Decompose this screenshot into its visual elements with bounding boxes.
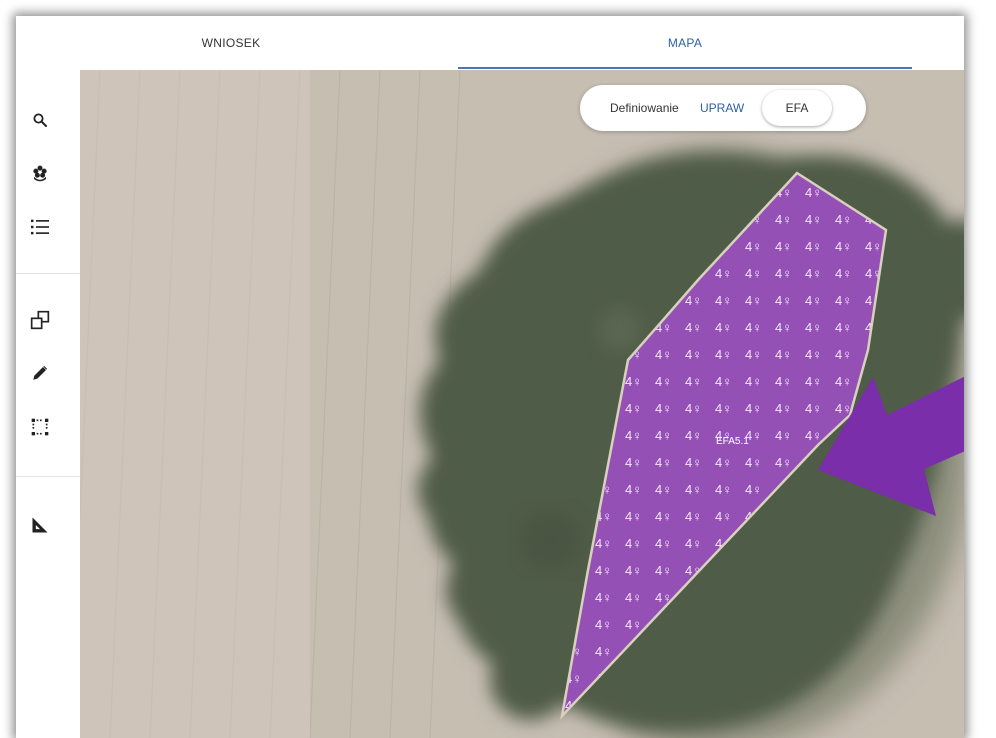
search-icon — [33, 113, 47, 127]
ruler-square-icon — [32, 517, 48, 533]
toolbar-divider — [16, 476, 80, 477]
map-view[interactable]: 4♀ — [80, 70, 964, 738]
select-area-icon — [31, 418, 49, 436]
tab-mapa[interactable]: MAPA — [458, 16, 912, 70]
flower-icon — [33, 165, 47, 182]
app-window: WNIOSEK MAPA EFA5.1 Definiowanie UPRAW E… — [16, 16, 964, 738]
mode-efa-option[interactable]: EFA — [762, 90, 832, 126]
tab-bar: WNIOSEK MAPA — [16, 16, 964, 70]
select-area-button[interactable] — [28, 415, 52, 439]
parcel-label: EFA5.1 — [716, 436, 749, 447]
edit-button[interactable] — [28, 361, 52, 385]
toolbar-divider — [16, 273, 80, 274]
copy-shapes-icon — [30, 310, 50, 330]
measure-button[interactable] — [28, 513, 52, 537]
mode-switcher: Definiowanie UPRAW EFA — [580, 85, 866, 131]
mode-label: Definiowanie — [610, 101, 679, 115]
layers-list-button[interactable] — [28, 215, 52, 239]
crops-button[interactable] — [28, 161, 52, 185]
map-toolbar — [16, 70, 81, 738]
orthophoto-map[interactable]: 4♀ — [80, 70, 964, 738]
tab-wniosek[interactable]: WNIOSEK — [16, 16, 446, 70]
mode-upraw-option[interactable]: UPRAW — [700, 85, 744, 131]
active-tab-indicator — [458, 67, 912, 69]
copy-shape-button[interactable] — [28, 308, 52, 332]
pencil-icon — [33, 365, 48, 380]
search-button[interactable] — [28, 108, 52, 132]
list-icon — [31, 219, 49, 235]
